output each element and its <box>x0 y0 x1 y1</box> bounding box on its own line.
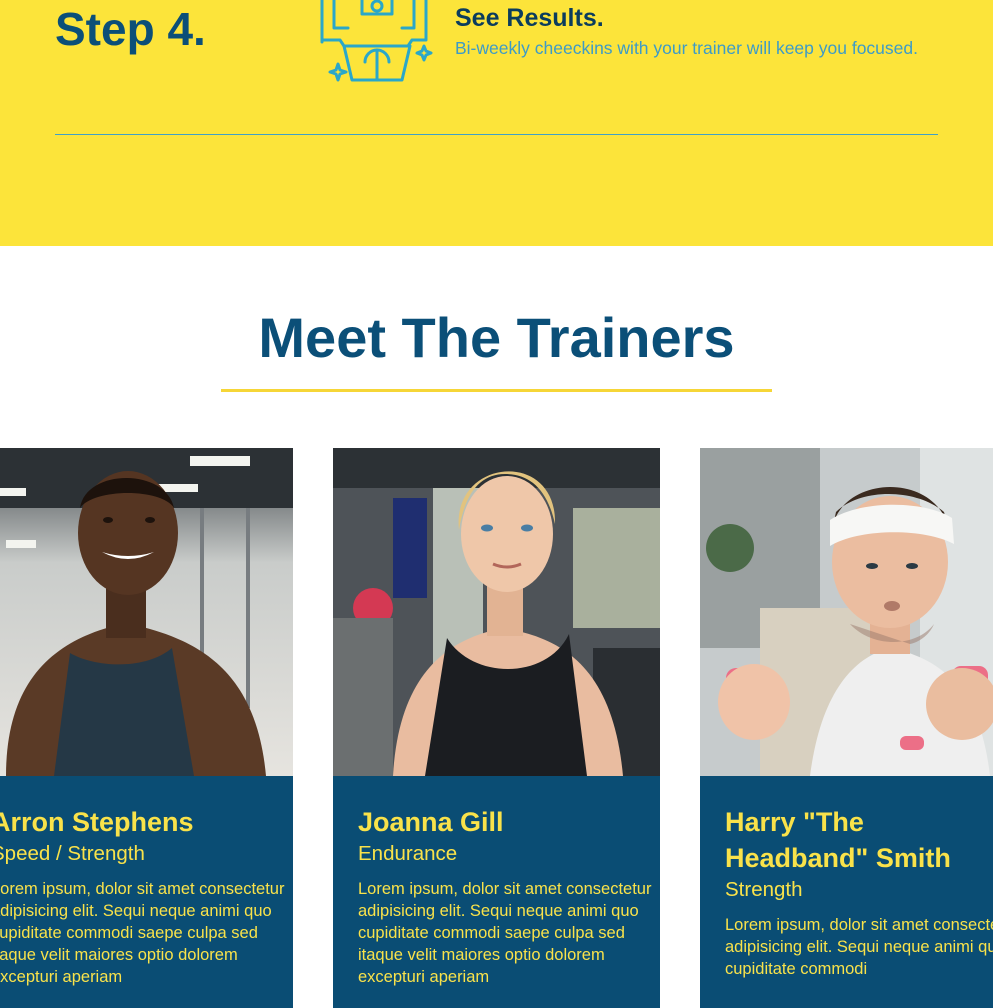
trainer-bio: Lorem ipsum, dolor sit amet consectetur … <box>0 880 285 986</box>
step-description: Bi-weekly cheeckins with your trainer wi… <box>455 38 918 58</box>
trainer-name: Harry "The Headband" Smith <box>725 807 951 873</box>
trainer-specialty: Strength <box>725 878 803 901</box>
trainer-name: Joanna Gill <box>358 807 504 837</box>
trainer-bio: Lorem ipsum, dolor sit amet consectetur … <box>358 880 652 986</box>
trainer-photo <box>700 448 993 776</box>
trainer-name: Arron Stephens <box>0 807 194 837</box>
heading-underline <box>221 389 772 392</box>
trainer-specialty: Endurance <box>358 842 458 865</box>
trainers-heading: Meet The Trainers <box>258 306 735 369</box>
section-divider <box>55 134 938 135</box>
trainer-icon <box>316 0 441 84</box>
trainer-card[interactable]: Joanna Gill Endurance Lorem ipsum, dolor… <box>333 448 660 1008</box>
trainer-card[interactable]: Arron Stephens Speed / Strength Lorem ip… <box>0 448 293 1008</box>
steps-section: Step 4. See Results. Bi-weekly cheeckins… <box>0 0 993 246</box>
trainer-photo <box>333 448 660 776</box>
step-label: Step 4. <box>55 3 206 55</box>
step-title: See Results. <box>455 4 604 32</box>
trainer-photo <box>0 448 293 776</box>
trainer-bio: Lorem ipsum, dolor sit amet consectetur … <box>725 916 993 978</box>
trainer-specialty: Speed / Strength <box>0 842 145 865</box>
trainer-card[interactable]: Harry "The Headband" Smith Strength Lore… <box>700 448 993 1008</box>
